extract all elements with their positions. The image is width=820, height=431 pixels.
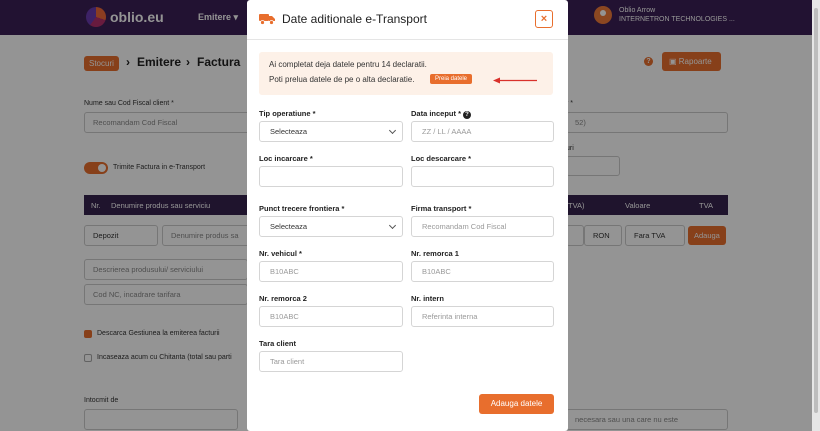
chevron-down-icon — [388, 126, 397, 135]
modal-header: Date aditionale e-Transport × — [247, 0, 568, 40]
info-line-1: Ai completat deja datele pentru 14 decla… — [269, 60, 427, 69]
punct-trecere-value: Selecteaza — [270, 222, 308, 231]
etransport-modal: Date aditionale e-Transport × Ai complet… — [247, 0, 568, 431]
tara-client-input[interactable]: Tara client — [259, 351, 403, 372]
scrollbar-thumb[interactable] — [814, 8, 818, 413]
nr-intern-label: Nr. intern — [411, 294, 444, 303]
nr-remorca2-label: Nr. remorca 2 — [259, 294, 307, 303]
adauga-datele-button[interactable]: Adauga datele — [479, 394, 554, 414]
nr-vehicul-input[interactable]: B10ABC — [259, 261, 403, 282]
punct-trecere-select[interactable]: Selecteaza — [259, 216, 403, 237]
tip-operatiune-label: Tip operatiune * — [259, 109, 316, 118]
nr-remorca2-input[interactable]: B10ABC — [259, 306, 403, 327]
punct-trecere-label: Punct trecere frontiera * — [259, 204, 345, 213]
firma-transport-label: Firma transport * — [411, 204, 472, 213]
nr-intern-input[interactable]: Referinta interna — [411, 306, 554, 327]
tip-operatiune-value: Selecteaza — [270, 127, 308, 136]
arrow-left-icon — [493, 77, 537, 84]
chevron-down-icon — [388, 221, 397, 230]
help-icon[interactable]: ? — [463, 111, 472, 119]
nr-remorca1-input[interactable]: B10ABC — [411, 261, 554, 282]
tara-client-label: Tara client — [259, 339, 296, 348]
nr-remorca1-label: Nr. remorca 1 — [411, 249, 459, 258]
loc-descarcare-input[interactable] — [411, 166, 554, 187]
close-icon[interactable]: × — [535, 10, 553, 28]
info-banner: Ai completat deja datele pentru 14 decla… — [259, 52, 553, 95]
tip-operatiune-select[interactable]: Selecteaza — [259, 121, 403, 142]
firma-transport-input[interactable]: Recomandam Cod Fiscal — [411, 216, 554, 237]
preia-datele-button[interactable]: Preia datele — [430, 74, 473, 84]
truck-icon — [259, 14, 275, 25]
info-line-2: Poti prelua datele de pe o alta declarat… — [269, 75, 415, 84]
data-inceput-label: Data inceput *? — [411, 109, 472, 119]
nr-vehicul-label: Nr. vehicul * — [259, 249, 302, 258]
loc-incarcare-label: Loc incarcare * — [259, 154, 313, 163]
loc-descarcare-label: Loc descarcare * — [411, 154, 472, 163]
loc-incarcare-input[interactable] — [259, 166, 403, 187]
modal-title: Date aditionale e-Transport — [282, 12, 427, 26]
data-inceput-label-text: Data inceput * — [411, 109, 462, 118]
data-inceput-input[interactable]: ZZ / LL / AAAA — [411, 121, 554, 142]
